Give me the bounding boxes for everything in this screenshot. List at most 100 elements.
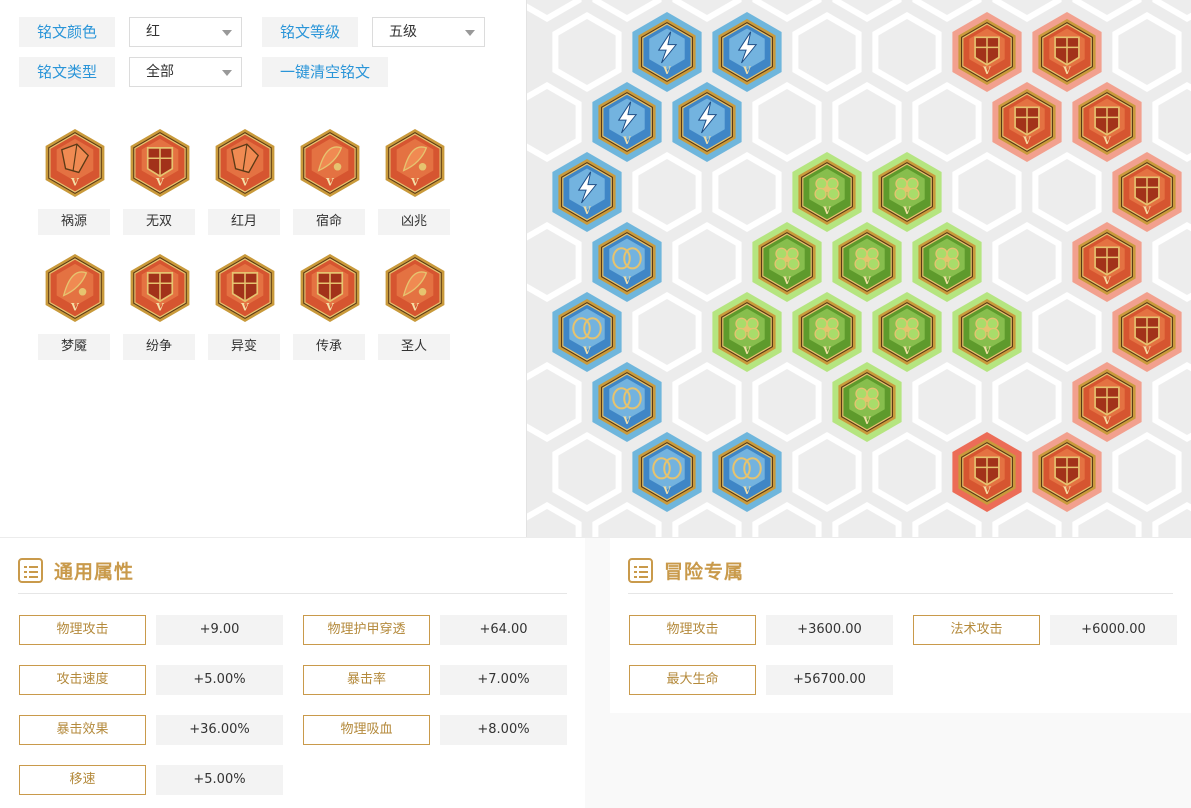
rune-slot-empty[interactable] [672,502,742,537]
rune-slot-empty[interactable] [672,0,742,22]
rune-slot-filled[interactable]: V [952,292,1022,372]
rune-slot-filled[interactable]: V [592,362,662,442]
rune-slot-empty[interactable] [992,362,1062,442]
attribute-value: +5.00% [156,765,283,795]
rune-slot-filled[interactable]: V [992,82,1062,162]
rune-slot-empty[interactable] [912,82,982,162]
rune-slot-filled[interactable]: V [672,82,742,162]
rune-slot-empty[interactable] [992,222,1062,302]
rune-slot-filled[interactable]: V [792,292,862,372]
rune-slot-empty[interactable] [527,0,582,22]
attribute-label: 暴击率 [303,665,430,695]
rune-slot-empty[interactable] [1072,0,1142,22]
rune-slot-empty[interactable] [1152,502,1191,537]
rune-slot-empty[interactable] [912,0,982,22]
rune-slot-empty[interactable] [912,362,982,442]
rune-slot-empty[interactable] [952,152,1022,232]
rune-slot-empty[interactable] [527,502,582,537]
rune-slot-empty[interactable] [752,0,822,22]
rune-filter-panel: 铭文颜色 红 铭文等级 五级 铭文类型 全部 一键清空铭文 V 祸源 V 无双 V 红月 V… [0,0,525,537]
rune-slot-filled[interactable]: V [712,12,782,92]
rune-slot-empty[interactable] [912,502,982,537]
chevron-down-icon [465,30,475,36]
rune-slot-filled[interactable]: V [632,12,702,92]
rune-slot-empty[interactable] [792,12,862,92]
color-select[interactable]: 红 [129,17,242,47]
clear-runes-button[interactable]: 一键清空铭文 [262,57,389,87]
rune-slot-empty[interactable] [1112,12,1182,92]
rune-slot-empty[interactable] [1152,82,1191,162]
rune-slot-empty[interactable] [752,502,822,537]
feather-emblem-icon: V [300,129,360,197]
rune-slot-filled[interactable]: V [1112,152,1182,232]
rune-slot-filled[interactable]: V [712,432,782,512]
rune-slot-filled[interactable]: V [632,432,702,512]
rune-slot-empty[interactable] [527,222,582,302]
rune-slot-empty[interactable] [632,152,702,232]
rune-slot-empty[interactable] [1112,432,1182,512]
svg-text:V: V [70,301,80,313]
rune-slot-filled[interactable]: V [552,152,622,232]
rune-slot-filled[interactable]: V [792,152,862,232]
attribute-value: +5.00% [156,665,283,695]
rune-slot-filled[interactable]: V [832,362,902,442]
rune-slot-empty[interactable] [752,82,822,162]
rune-slot-filled[interactable]: V [872,292,942,372]
rune-slot-filled[interactable]: V [1072,82,1142,162]
rune-slot-filled[interactable]: V [592,82,662,162]
rune-slot-filled[interactable]: V [1032,12,1102,92]
rune-slot-empty[interactable] [832,502,902,537]
rune-slot-filled[interactable]: V [1112,292,1182,372]
rune-slot-empty[interactable] [527,82,582,162]
rune-slot-empty[interactable] [872,432,942,512]
rune-slot-filled[interactable]: V [952,12,1022,92]
rune-slot-empty[interactable] [992,502,1062,537]
rune-slot-empty[interactable] [672,222,742,302]
rune-slot-filled[interactable]: V [752,222,822,302]
rune-slot-empty[interactable] [552,432,622,512]
rune-slot-empty[interactable] [552,12,622,92]
level-select-value: 五级 [389,24,417,40]
rune-slot-empty[interactable] [1032,292,1102,372]
shield-emblem-icon: V [215,254,275,322]
svg-text:V: V [862,276,871,287]
rune-slot-empty[interactable] [527,362,582,442]
rune-slot-filled[interactable]: V [912,222,982,302]
rune-slot-empty[interactable] [592,0,662,22]
rune-slot-empty[interactable] [792,432,862,512]
rune-slot-filled[interactable]: V [1072,362,1142,442]
type-select[interactable]: 全部 [129,57,242,87]
svg-text:V: V [1102,276,1111,287]
broken-shard-emblem-icon: V [45,129,105,197]
rune-slot-empty[interactable] [632,292,702,372]
svg-text:V: V [1142,206,1151,217]
rune-slot-empty[interactable] [1152,222,1191,302]
rune-slot-empty[interactable] [752,362,822,442]
rune-slot-empty[interactable] [832,82,902,162]
rune-slot-filled[interactable]: V [592,222,662,302]
svg-text:V: V [742,66,751,77]
attribute-value: +8.00% [440,715,567,745]
rune-slot-filled[interactable]: V [832,222,902,302]
rune-slot-empty[interactable] [832,0,902,22]
rune-slot-empty[interactable] [872,12,942,92]
level-select[interactable]: 五级 [372,17,485,47]
rune-slot-filled[interactable]: V [712,292,782,372]
rune-slot-empty[interactable] [1072,502,1142,537]
svg-text:V: V [1142,346,1151,357]
rune-option-name: 圣人 [378,334,450,360]
rune-slot-empty[interactable] [592,502,662,537]
attribute-label: 法术攻击 [913,615,1040,645]
rune-slot-empty[interactable] [992,0,1062,22]
rune-slot-filled[interactable]: V [952,432,1022,512]
rune-slot-empty[interactable] [712,152,782,232]
adventure-attributes-title: 冒险专属 [664,561,745,583]
svg-text:V: V [942,276,951,287]
rune-slot-filled[interactable]: V [872,152,942,232]
rune-slot-empty[interactable] [1032,152,1102,232]
rune-slot-filled[interactable]: V [552,292,622,372]
rune-slot-filled[interactable]: V [1032,432,1102,512]
rune-slot-filled[interactable]: V [1072,222,1142,302]
rune-slot-empty[interactable] [672,362,742,442]
rune-slot-empty[interactable] [1152,362,1191,442]
